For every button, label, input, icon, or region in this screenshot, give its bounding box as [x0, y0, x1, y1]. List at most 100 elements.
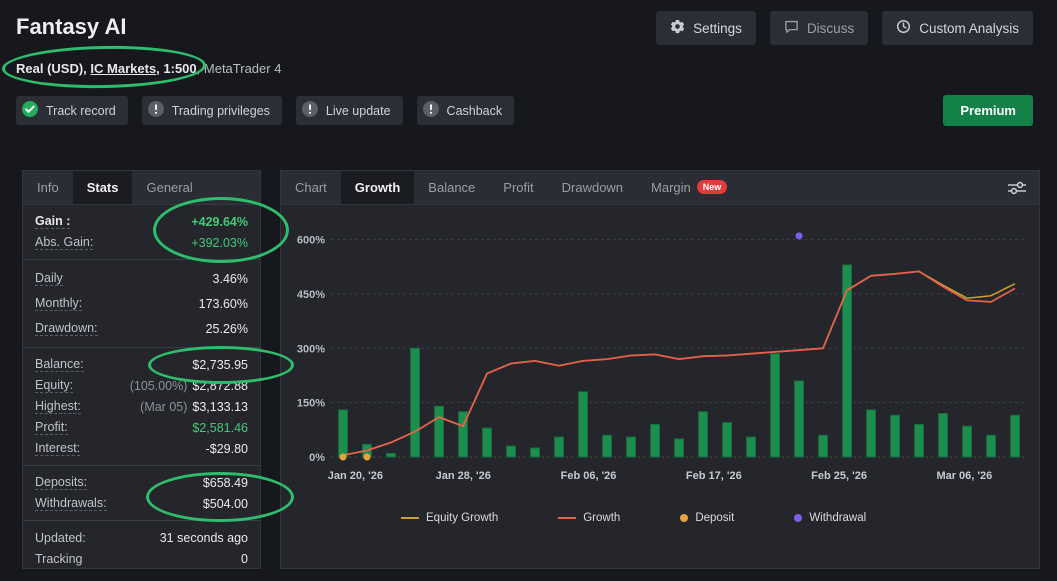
clock-icon [896, 19, 911, 37]
svg-text:600%: 600% [297, 235, 325, 247]
exclamation-circle-icon [422, 100, 440, 121]
svg-text:150%: 150% [297, 398, 325, 410]
chart-legend: Equity Growth Growth Deposit Withdrawal [401, 512, 881, 524]
dot-swatch [680, 514, 688, 522]
stats-tabbar: Info Stats General [23, 171, 260, 205]
leverage: , 1:500 [156, 61, 196, 76]
chat-icon [784, 19, 799, 37]
verification-badges: Track record Trading privileges Live upd… [16, 96, 514, 125]
stat-row-daily: Daily 3.46% [35, 266, 248, 291]
legend-label: Deposit [695, 512, 734, 524]
legend-item-growth[interactable]: Growth [558, 512, 620, 524]
legend-label: Growth [583, 512, 620, 524]
badge-label: Cashback [447, 104, 503, 118]
stat-row-drawdown: Drawdown: 25.26% [35, 316, 248, 341]
stat-value: $504.00 [203, 497, 248, 511]
stat-value-prefix: (Mar 05) [140, 400, 187, 414]
stat-value: 173.60% [199, 297, 248, 311]
discuss-label: Discuss [807, 21, 854, 36]
stat-row-withdrawals: Withdrawals: $504.00 [35, 493, 248, 514]
gear-icon [670, 19, 685, 37]
badge-trading-privileges[interactable]: Trading privileges [142, 96, 282, 125]
stat-label: Updated: [35, 531, 86, 545]
tab-margin-label: Margin [651, 180, 691, 195]
badge-label: Live update [326, 104, 391, 118]
badge-cashback[interactable]: Cashback [417, 96, 515, 125]
stat-label: Profit: [35, 420, 68, 435]
stat-value: -$29.80 [206, 442, 248, 456]
tab-stats[interactable]: Stats [73, 171, 133, 204]
stat-label: Gain : [35, 214, 70, 229]
stat-label: Withdrawals: [35, 496, 107, 511]
stat-value: $2,581.46 [192, 421, 248, 435]
svg-text:Mar 06, '26: Mar 06, '26 [936, 470, 992, 482]
tab-chart[interactable]: Chart [281, 171, 341, 204]
badge-label: Trading privileges [172, 104, 270, 118]
exclamation-circle-icon [147, 100, 165, 121]
new-badge: New [697, 180, 728, 194]
tab-balance[interactable]: Balance [414, 171, 489, 204]
stat-label: Highest: [35, 399, 81, 414]
account-subtitle: Real (USD), IC Markets, 1:500, MetaTrade… [16, 61, 281, 76]
stat-row-highest: Highest: (Mar 05)$3,133.13 [35, 396, 248, 417]
legend-item-equity-growth[interactable]: Equity Growth [401, 512, 498, 524]
stat-value: $658.49 [203, 476, 248, 490]
legend-item-withdrawal[interactable]: Withdrawal [794, 512, 866, 524]
stat-row-interest: Interest: -$29.80 [35, 438, 248, 459]
stat-row-balance: Balance: $2,735.95 [35, 354, 248, 375]
stat-row-tracking: Tracking 0 [35, 548, 248, 569]
premium-button[interactable]: Premium [943, 95, 1033, 126]
legend-label: Withdrawal [809, 512, 866, 524]
stat-row-profit: Profit: $2,581.46 [35, 417, 248, 438]
line-swatch [401, 517, 419, 519]
custom-analysis-label: Custom Analysis [919, 21, 1019, 36]
discuss-button[interactable]: Discuss [770, 11, 868, 45]
account-type: Real (USD), [16, 61, 87, 76]
check-circle-icon [21, 100, 39, 121]
stats-panel: Info Stats General Gain : +429.64% Abs. … [22, 170, 261, 569]
custom-analysis-button[interactable]: Custom Analysis [882, 11, 1033, 45]
svg-text:Feb 06, '26: Feb 06, '26 [561, 470, 617, 482]
tab-info[interactable]: Info [23, 171, 73, 204]
settings-button[interactable]: Settings [656, 11, 756, 45]
stat-value: +429.64% [191, 215, 248, 229]
svg-text:300%: 300% [297, 343, 325, 355]
stat-row-deposits: Deposits: $658.49 [35, 472, 248, 493]
broker-link[interactable]: IC Markets [90, 61, 156, 76]
stat-label: Monthly: [35, 296, 82, 311]
stat-row-updated: Updated: 31 seconds ago [35, 527, 248, 548]
chart-tabbar: Chart Growth Balance Profit Drawdown Mar… [281, 171, 1039, 205]
stat-value: $2,735.95 [192, 358, 248, 372]
stat-label: Drawdown: [35, 321, 98, 336]
stat-value-prefix: (105.00%) [130, 379, 188, 393]
stat-value-amount: $2,872.88 [192, 379, 248, 393]
legend-item-deposit[interactable]: Deposit [680, 512, 734, 524]
header-actions: Settings Discuss Custom Analysis [656, 11, 1033, 45]
chart-settings-icon[interactable] [1007, 180, 1027, 201]
stat-label: Interest: [35, 441, 80, 456]
svg-text:0%: 0% [309, 452, 325, 464]
tab-drawdown[interactable]: Drawdown [548, 171, 637, 204]
account-page: Fantasy AI Settings Discuss Custom Analy… [0, 0, 1057, 581]
divider [23, 520, 260, 521]
badge-live-update[interactable]: Live update [296, 96, 403, 125]
svg-text:450%: 450% [297, 289, 325, 301]
stat-row-abs-gain: Abs. Gain: +392.03% [35, 232, 248, 253]
tab-margin[interactable]: Margin New [637, 171, 741, 204]
stat-value: 3.46% [213, 272, 248, 286]
page-title: Fantasy AI [16, 14, 126, 40]
stat-label: Deposits: [35, 475, 87, 490]
tab-general[interactable]: General [132, 171, 206, 204]
badge-track-record[interactable]: Track record [16, 96, 128, 125]
stat-row-gain: Gain : +429.64% [35, 211, 248, 232]
divider [23, 347, 260, 348]
stat-value: 25.26% [206, 322, 248, 336]
stat-value: 0 [241, 552, 248, 566]
stat-label: Tracking [35, 552, 82, 566]
legend-label: Equity Growth [426, 512, 498, 524]
chart-body: 0%150%300%450%600%Jan 20, '26Jan 28, '26… [281, 205, 1039, 524]
tab-growth[interactable]: Growth [341, 171, 415, 204]
svg-text:Jan 20, '26: Jan 20, '26 [328, 470, 383, 482]
stat-label: Abs. Gain: [35, 235, 93, 250]
tab-profit[interactable]: Profit [489, 171, 547, 204]
